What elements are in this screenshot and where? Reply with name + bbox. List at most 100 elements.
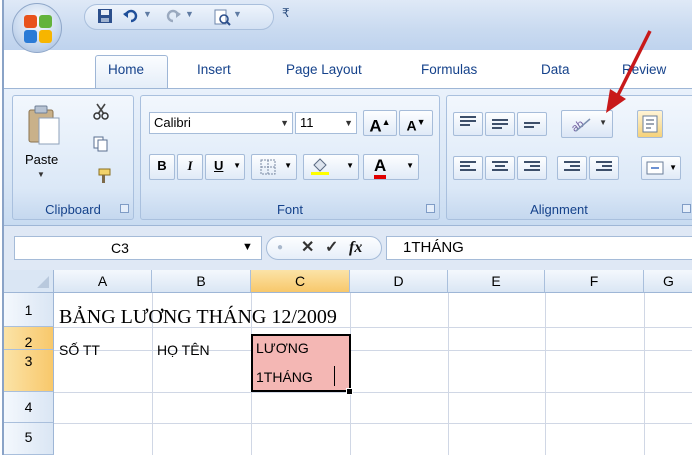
italic-button[interactable]: I — [177, 154, 203, 180]
bold-button[interactable]: B — [149, 154, 175, 180]
name-box-value: C3 — [111, 240, 129, 256]
format-painter-icon[interactable] — [93, 168, 111, 184]
gridline — [54, 350, 692, 351]
paste-button[interactable]: Paste ▼ — [19, 100, 69, 188]
column-header-d[interactable]: D — [350, 270, 448, 293]
underline-button[interactable]: U ▼ — [205, 154, 245, 180]
save-icon[interactable] — [97, 8, 113, 26]
align-center-icon — [492, 161, 508, 175]
ribbon: Paste ▼ Clipboard Calibri ▼ 11 ▼ A▲ A▼ B… — [4, 30, 692, 225]
office-logo-icon — [24, 15, 52, 43]
fill-color-dropdown-icon: ▼ — [346, 161, 354, 170]
align-right-button[interactable] — [517, 156, 547, 180]
bold-label: B — [157, 158, 167, 173]
align-middle-button[interactable] — [485, 112, 515, 136]
align-center-button[interactable] — [485, 156, 515, 180]
font-size-select[interactable]: 11 ▼ — [295, 112, 357, 134]
office-button[interactable] — [12, 3, 62, 53]
redo-dropdown-icon[interactable]: ▼ — [185, 9, 194, 19]
font-color-dropdown-icon: ▼ — [406, 161, 414, 170]
decrease-indent-button[interactable] — [557, 156, 587, 180]
decrease-indent-icon — [564, 161, 580, 175]
font-label-text: Font — [276, 202, 303, 217]
grow-font-button[interactable]: A▲ — [363, 110, 397, 136]
select-all-button[interactable] — [4, 270, 54, 293]
font-color-button[interactable]: A ▼ — [363, 154, 419, 180]
merge-center-button[interactable]: ▼ — [641, 156, 681, 180]
row-header-1[interactable]: 1 — [4, 293, 54, 327]
align-left-icon — [460, 161, 476, 175]
svg-text:ab: ab — [570, 118, 586, 133]
cut-icon[interactable] — [93, 102, 109, 120]
column-header-g[interactable]: G — [644, 270, 692, 293]
shrink-font-button[interactable]: A▼ — [399, 110, 433, 136]
gridline — [644, 293, 645, 455]
gridline — [54, 423, 692, 424]
cell-c2-line1: LƯƠNG — [256, 340, 309, 356]
tab-data[interactable]: Data — [541, 62, 570, 77]
font-launcher-icon[interactable] — [426, 204, 435, 213]
alignment-launcher-icon[interactable] — [682, 204, 691, 213]
cell-a1[interactable]: BẢNG LƯƠNG THÁNG 12/2009 — [59, 306, 337, 329]
increase-indent-button[interactable] — [589, 156, 619, 180]
cell-a2[interactable]: SỐ TT — [59, 342, 100, 358]
clipboard-label-text: Clipboard — [45, 202, 101, 217]
align-top-button[interactable] — [453, 112, 483, 136]
confirm-entry-icon[interactable]: ✓ — [325, 238, 338, 258]
align-bottom-button[interactable] — [517, 112, 547, 136]
fill-color-button[interactable]: ▼ — [303, 154, 359, 180]
undo-icon[interactable] — [123, 8, 139, 26]
column-header-f[interactable]: F — [545, 270, 644, 293]
clipboard-group: Paste ▼ Clipboard — [12, 95, 134, 220]
borders-icon — [260, 159, 276, 175]
column-header-a[interactable]: A — [54, 270, 152, 293]
formula-input[interactable]: 1THÁNG — [386, 236, 692, 260]
copy-icon[interactable] — [93, 136, 109, 152]
paste-icon — [28, 105, 60, 145]
undo-dropdown-icon[interactable]: ▼ — [143, 9, 152, 19]
excel-window: ▼ ▼ ▼ ₹ Home Insert Page Layout Formulas… — [2, 0, 692, 455]
merge-center-icon — [646, 161, 664, 175]
font-name-select[interactable]: Calibri ▼ — [149, 112, 293, 134]
row-header-3[interactable]: 3 — [4, 350, 54, 392]
gridline — [448, 293, 449, 455]
column-header-e[interactable]: E — [448, 270, 545, 293]
fill-color-icon — [311, 158, 329, 175]
cell-b2[interactable]: HỌ TÊN — [157, 342, 210, 358]
customize-qat-icon[interactable]: ₹ — [282, 6, 290, 20]
align-middle-icon — [492, 119, 508, 133]
align-left-button[interactable] — [453, 156, 483, 180]
tab-insert[interactable]: Insert — [197, 62, 231, 77]
print-preview-dropdown-icon[interactable]: ▼ — [233, 9, 242, 19]
worksheet-grid[interactable]: A B C D E F G 1 2 3 4 5 BẢNG LƯƠNG THÁNG… — [4, 270, 692, 455]
print-preview-icon[interactable] — [213, 8, 231, 26]
clipboard-launcher-icon[interactable] — [120, 204, 129, 213]
column-header-b[interactable]: B — [152, 270, 251, 293]
fill-handle[interactable] — [346, 388, 353, 395]
row-header-2[interactable]: 2 — [4, 327, 54, 350]
formula-bar: C3 ▼ ● ✕ ✓ fx 1THÁNG — [4, 225, 692, 270]
gridline — [545, 293, 546, 455]
text-cursor — [334, 366, 335, 386]
orientation-icon: ab — [570, 118, 591, 133]
redo-icon[interactable] — [165, 8, 181, 26]
insert-function-icon[interactable]: fx — [349, 238, 362, 258]
borders-button[interactable]: ▼ — [251, 154, 297, 180]
alignment-label-text: Alignment — [530, 202, 588, 217]
paste-label: Paste — [25, 152, 59, 167]
italic-label: I — [187, 158, 193, 173]
row-header-5[interactable]: 5 — [4, 423, 54, 455]
column-header-c[interactable]: C — [251, 270, 350, 293]
clipboard-group-label: Clipboard — [13, 202, 133, 217]
row-header-4[interactable]: 4 — [4, 392, 54, 423]
formula-content: 1THÁNG — [403, 239, 464, 256]
name-box[interactable]: C3 — [14, 236, 262, 260]
cancel-entry-icon[interactable]: ✕ — [301, 238, 314, 258]
underline-label: U — [214, 158, 224, 173]
paste-dropdown-icon: ▼ — [37, 170, 45, 179]
tab-page-layout[interactable]: Page Layout — [286, 62, 362, 77]
name-box-dropdown-icon[interactable]: ▼ — [242, 241, 253, 253]
tab-home[interactable]: Home — [108, 62, 144, 77]
tab-formulas[interactable]: Formulas — [421, 62, 477, 77]
annotation-arrow — [606, 30, 652, 113]
